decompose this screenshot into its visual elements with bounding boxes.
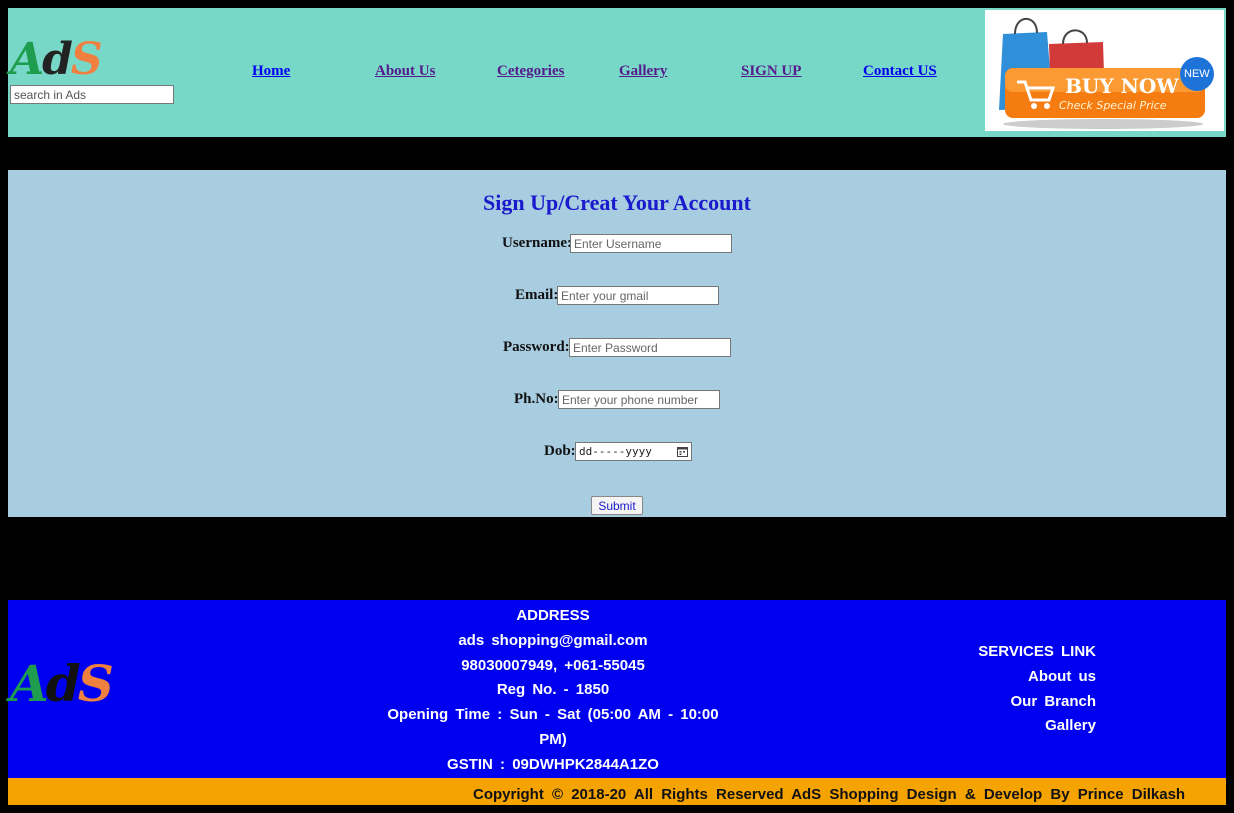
copyright-text: Copyright © 2018-20 All Rights Reserved … (473, 786, 1186, 803)
services-heading: SERVICES LINK (978, 643, 1096, 660)
address-reg: Reg No. - 1850 (496, 681, 610, 699)
form-title: Sign Up/Creat Your Account (483, 190, 751, 215)
services-link-branch[interactable]: Our Branch (908, 690, 1096, 715)
site-header: AdS Home About Us Cetegories Gallery SIG… (8, 8, 1226, 137)
site-footer: AdS ADDRESS ads shopping@gmail.com 98030… (8, 600, 1226, 778)
logo-letter-d: d (42, 34, 73, 85)
username-input[interactable] (570, 234, 732, 253)
footer-logo-letter-s: S (77, 654, 114, 713)
services-links: SERVICES LINK About us Our Branch Galler… (908, 640, 1096, 739)
footer-logo-letter-a: A (10, 654, 49, 713)
address-block: ADDRESS ads shopping@gmail.com 980300079… (382, 604, 724, 778)
signup-form: Sign Up/Creat Your Account Username: Ema… (8, 170, 1226, 517)
dob-row: Dob: dd-----yyyy (8, 442, 1226, 462)
password-input[interactable] (569, 338, 731, 357)
services-link-gallery[interactable]: Gallery (908, 714, 1096, 739)
email-label: Email: (515, 287, 559, 303)
buy-now-label: BUY NOW (1065, 74, 1179, 98)
address-phone: 98030007949, +061-55045 (461, 656, 645, 674)
email-row: Email: (8, 286, 1226, 306)
password-row: Password: (8, 338, 1226, 358)
dob-date-placeholder: dd-----yyyy (579, 445, 652, 458)
special-price-label: Check Special Price (1059, 99, 1167, 112)
username-label: Username: (502, 235, 572, 251)
phone-row: Ph.No: (8, 390, 1226, 410)
logo-letter-a: A (10, 34, 44, 85)
footer-logo: AdS (10, 654, 114, 713)
buy-now-banner[interactable]: BUY NOW Check Special Price NEW (985, 10, 1224, 131)
submit-button[interactable]: Submit (591, 496, 643, 515)
search-input[interactable] (10, 85, 174, 104)
address-gstin: GSTIN : 09DWHPK2844A1ZO (447, 755, 659, 773)
dob-label: Dob: (544, 443, 576, 459)
footer-logo-letter-d: d (45, 654, 81, 713)
copyright-bar: Copyright © 2018-20 All Rights Reserved … (8, 778, 1226, 805)
dob-date-input[interactable]: dd-----yyyy (575, 442, 692, 461)
address-heading: ADDRESS (516, 607, 590, 624)
nav-about-link[interactable]: About Us (375, 63, 435, 80)
services-link-about[interactable]: About us (908, 665, 1096, 690)
phone-label: Ph.No: (514, 391, 559, 407)
address-email: ads shopping@gmail.com (458, 631, 648, 649)
address-hours: Opening Time : Sun - Sat (05:00 AM - 10:… (387, 706, 719, 748)
username-row: Username: (8, 234, 1226, 254)
email-input[interactable] (557, 286, 719, 305)
new-badge: NEW (1184, 68, 1210, 80)
nav-signup-link[interactable]: SIGN UP (741, 63, 801, 80)
nav-home-link[interactable]: Home (252, 63, 290, 80)
phone-input[interactable] (558, 390, 720, 409)
calendar-icon[interactable] (677, 446, 688, 457)
nav-gallery-link[interactable]: Gallery (619, 63, 667, 80)
nav-contact-link[interactable]: Contact US (863, 63, 937, 80)
site-logo[interactable]: AdS (10, 34, 103, 85)
logo-letter-s: S (70, 34, 103, 85)
password-label: Password: (503, 339, 570, 355)
nav-categories-link[interactable]: Cetegories (497, 63, 564, 80)
